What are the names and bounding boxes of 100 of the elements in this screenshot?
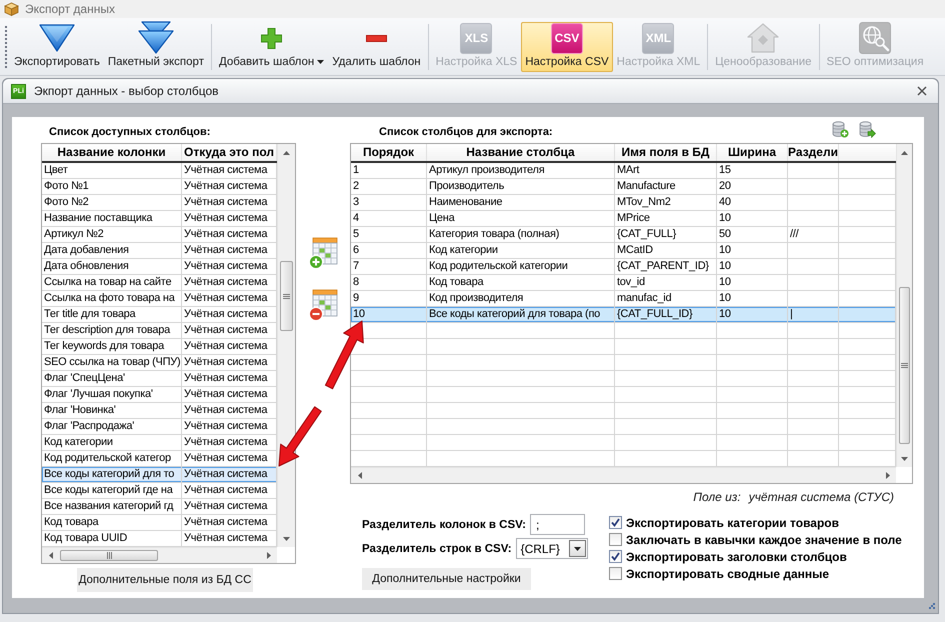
list-row[interactable]: Флаг 'Новинка' Учётная система (42, 403, 277, 419)
list-row[interactable]: Флаг 'Лучшая покупка' Учётная система (42, 387, 277, 403)
scrollbar[interactable] (42, 547, 277, 563)
scroll-left-icon[interactable] (48, 552, 52, 559)
column-header[interactable]: Раздели (788, 144, 839, 161)
section-title: Список столбцов для экспорта: (379, 126, 553, 139)
list-row[interactable]: Флаг 'СпецЦена' Учётная система (42, 371, 277, 387)
grid-row[interactable]: 2 Производитель Manufacture 20 (351, 179, 896, 195)
scroll-up-icon[interactable] (283, 150, 290, 154)
scroll-thumb[interactable] (899, 287, 910, 444)
table-cell: Код родительской категор (42, 451, 182, 466)
table-cell: Флаг 'СпецЦена' (42, 371, 182, 386)
dialog-title: Экпорт данных - выбор столбцов (34, 84, 218, 98)
table-cell: 2 (351, 179, 427, 194)
list-row[interactable]: Ссылка на товар на сайте Учётная система (42, 275, 277, 291)
list-row[interactable]: Ссылка на фото товара на Учётная система (42, 291, 277, 307)
row-separator-select[interactable]: {CRLF} (516, 538, 588, 559)
scrollbar[interactable] (896, 144, 912, 467)
list-row[interactable]: Фото №2 Учётная система (42, 195, 277, 211)
resize-grip-icon[interactable] (928, 602, 935, 609)
list-row[interactable]: Тег title для товара Учётная система (42, 307, 277, 323)
scroll-down-icon[interactable] (283, 536, 290, 540)
scroll-right-icon[interactable] (886, 472, 890, 479)
grid-row[interactable]: 5 Категория товара (полная) {CAT_FULL} 50 /// (351, 227, 896, 243)
scroll-left-icon[interactable] (358, 472, 362, 479)
toolbar-button[interactable]: CSV Настройка CSV (521, 22, 613, 72)
toolbar-button[interactable]: Экспортировать (10, 22, 104, 72)
checkbox[interactable] (609, 567, 622, 580)
toolbar-button[interactable]: Добавить шаблон (214, 22, 328, 72)
extra-fields-button[interactable]: Дополнительные поля из БД СС (77, 568, 253, 592)
list-row[interactable]: Код товара Учётная система (42, 515, 277, 531)
scroll-thumb[interactable] (60, 550, 158, 561)
list-row[interactable]: Флаг 'Распродажа' Учётная система (42, 419, 277, 435)
list-row[interactable]: Все коды категорий где на Учётная система (42, 483, 277, 499)
column-header[interactable]: Название столбца (427, 144, 615, 161)
close-icon[interactable] (917, 86, 927, 96)
column-header[interactable]: Порядок (351, 144, 427, 161)
list-row[interactable]: Код родительской категор Учётная система (42, 451, 277, 467)
grid-row[interactable]: 4 Цена MPrice 10 (351, 211, 896, 227)
dropdown-button[interactable] (568, 540, 586, 557)
list-row[interactable]: Все коды категорий для то Учётная система (42, 467, 277, 483)
table-cell: MPrice (615, 211, 717, 226)
table-cell: Флаг 'Лучшая покупка' (42, 387, 182, 402)
checkbox[interactable] (609, 516, 622, 529)
list-row[interactable]: Артикул №2 Учётная система (42, 227, 277, 243)
extra-settings-button[interactable]: Дополнительные настройки (362, 568, 531, 590)
table-add-icon[interactable] (308, 237, 338, 269)
globe-magnifier-icon (859, 22, 892, 54)
down-triangle-icon (38, 24, 75, 52)
table-cell: Дата обновления (42, 259, 182, 274)
table-cell: 10 (717, 307, 788, 322)
grid-row[interactable]: 9 Код производителя manufac_id 10 (351, 291, 896, 307)
column-header[interactable]: Ширина (717, 144, 788, 161)
scroll-thumb[interactable] (280, 261, 293, 331)
toolbar-button[interactable]: Удалить шаблон (328, 22, 425, 72)
list-row[interactable]: Цвет Учётная система (42, 163, 277, 179)
database-arrow-icon[interactable] (859, 121, 876, 138)
list-row[interactable]: Тег keywords для товара Учётная система (42, 339, 277, 355)
list-row[interactable]: Тег description для товара Учётная система (42, 323, 277, 339)
database-add-icon[interactable] (832, 121, 849, 138)
grid-row[interactable]: 3 Наименование MTov_Nm2 40 (351, 195, 896, 211)
scroll-right-icon[interactable] (266, 552, 270, 559)
list-row[interactable]: Код категории Учётная система (42, 435, 277, 451)
package-icon (4, 2, 19, 16)
table-cell: Код товара UUID (42, 531, 182, 546)
table-cell: manufac_id (615, 291, 717, 306)
scrollbar[interactable] (277, 144, 295, 547)
grid-row[interactable]: 6 Код категории MCatID 10 (351, 243, 896, 259)
column-header[interactable]: Имя поля в БД (615, 144, 717, 161)
pointer-arrow (278, 405, 323, 467)
table-cell: | (788, 307, 839, 322)
format-tile: XLS (460, 22, 492, 54)
scrollbar[interactable] (351, 467, 896, 483)
checkbox[interactable] (609, 550, 622, 563)
table-cell: MArt (615, 163, 717, 178)
list-row[interactable]: Фото №1 Учётная система (42, 179, 277, 195)
checkbox[interactable] (609, 533, 622, 546)
table-cell: Код производителя (427, 291, 615, 306)
scroll-up-icon[interactable] (901, 150, 908, 154)
toolbar-button[interactable]: Пакетный экспорт (104, 22, 208, 72)
grid-row[interactable]: 8 Код товара tov_id 10 (351, 275, 896, 291)
list-row[interactable]: Код товара UUID Учётная система (42, 531, 277, 547)
grid-row[interactable]: 7 Код родительской категории {CAT_PARENT_ID} 10 (351, 259, 896, 275)
table-cell: Все коды категорий для товара (по (427, 307, 615, 322)
list-row[interactable]: Дата обновления Учётная система (42, 259, 277, 275)
grid-row[interactable]: 1 Артикул производителя MArt 15 (351, 163, 896, 179)
table-cell: 7 (351, 259, 427, 274)
list-row[interactable]: Название поставщика Учётная система (42, 211, 277, 227)
list-row[interactable]: Все названия категорий гд Учётная система (42, 499, 277, 515)
column-separator-input[interactable]: ; (530, 514, 585, 535)
list-row[interactable]: SEO ссылка на товар (ЧПУ) Учётная система (42, 355, 277, 371)
minus-icon (366, 34, 387, 42)
column-header[interactable]: Название колонки (42, 144, 182, 161)
table-cell: Все названия категорий гд (42, 499, 182, 514)
list-row[interactable]: Дата добавления Учётная система (42, 243, 277, 259)
table-cell: Категория товара (полная) (427, 227, 615, 242)
scroll-down-icon[interactable] (901, 456, 908, 460)
grid-row[interactable]: 10 Все коды категорий для товара (по {CAT_FULL_ID} 10 | (351, 307, 896, 323)
format-tile: CSV (550, 22, 583, 54)
table-remove-icon[interactable] (308, 289, 338, 321)
